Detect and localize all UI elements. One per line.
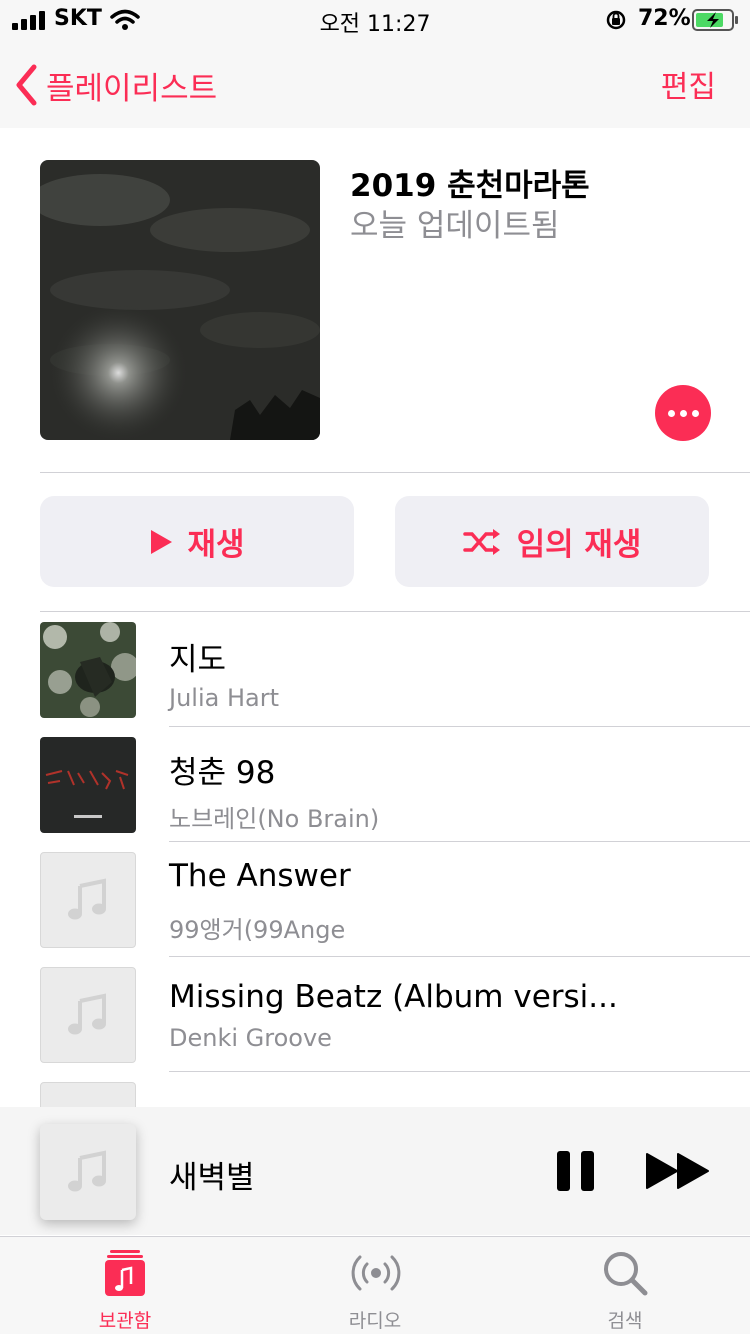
edit-button[interactable]: 편집 [661,62,716,106]
playlist-artwork[interactable] [40,160,320,440]
next-track-button[interactable] [646,1152,710,1190]
song-artwork-placeholder [40,967,136,1063]
shuffle-button-label: 임의 재생 [516,527,642,563]
shuffle-button[interactable]: 임의 재생 [395,496,709,587]
playlist-updated-label: 오늘 업데이트됨 [350,208,560,244]
song-title: The Answer [169,858,351,894]
more-dot [667,409,675,417]
tab-label: 보관함 [98,1310,152,1332]
back-button[interactable]: 플레이리스트 [14,60,217,110]
song-artwork [40,622,136,718]
tab-label: 라디오 [348,1310,402,1332]
now-playing-title[interactable]: 새벽별 [169,1152,255,1197]
play-icon [151,529,173,554]
chevron-left-icon [16,64,37,106]
song-artwork-placeholder [40,852,136,948]
tab-radio[interactable]: 라디오 [250,1236,500,1334]
more-dot [679,409,687,417]
song-row[interactable]: Missing Beatz (Album versi... Denki Groo… [0,957,750,1072]
play-button[interactable]: 재생 [40,496,354,587]
library-icon [105,1250,145,1296]
tab-search[interactable]: 검색 [500,1236,750,1334]
song-row[interactable]: The Answer 99앵거(99Ange [0,842,750,957]
tab-label: 검색 [607,1310,643,1332]
more-options-button[interactable] [655,385,711,441]
music-note-icon [68,878,106,920]
orientation-lock-icon [605,9,627,31]
header-divider [40,472,750,473]
search-icon [604,1252,648,1296]
song-row-partial[interactable] [0,1072,750,1107]
pause-icon-bar [581,1151,594,1191]
song-artist: Julia Hart [169,684,279,712]
battery-charging-icon [692,8,740,32]
now-playing-artwork[interactable] [40,1124,136,1220]
radio-broadcast-icon [351,1255,401,1291]
song-title: 청춘 98 [169,755,276,791]
pause-button[interactable] [557,1151,595,1191]
song-artwork [40,737,136,833]
song-title: Missing Beatz (Album versi... [169,979,618,1015]
song-artwork-placeholder [40,1082,136,1107]
pause-icon-bar [557,1151,570,1191]
song-artist: Denki Groove [169,1024,332,1052]
song-row[interactable]: 청춘 98 노브레인(No Brain) [0,727,750,842]
back-button-label: 플레이리스트 [46,70,218,107]
song-row[interactable]: 지도 Julia Hart [0,612,750,727]
song-artist: 99앵거(99Ange [169,916,346,944]
song-artist: 노브레인(No Brain) [169,805,380,833]
tab-library[interactable]: 보관함 [0,1236,250,1334]
music-note-icon [68,993,106,1035]
shuffle-icon [462,528,500,555]
playlist-title: 2019 춘천마라톤 [350,168,590,204]
play-button-label: 재생 [187,527,245,563]
song-title: 지도 [169,642,227,678]
fast-forward-icon [646,1153,709,1189]
battery-percent: 72% [638,6,691,31]
more-dot [691,409,699,417]
music-note-icon [68,1150,106,1192]
